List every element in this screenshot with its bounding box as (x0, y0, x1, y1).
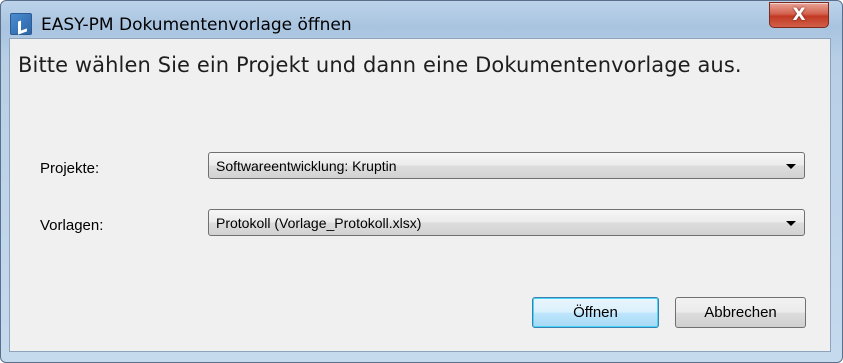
close-icon: X (792, 5, 806, 25)
templates-dropdown[interactable]: Protokoll (Vorlage_Protokoll.xlsx) (208, 209, 805, 236)
app-icon (10, 13, 32, 35)
title-bar[interactable]: EASY-PM Dokumentenvorlage öffnen X (1, 1, 842, 39)
templates-label: Vorlagen: (40, 217, 104, 234)
open-button[interactable]: Öffnen (532, 297, 659, 328)
templates-selected-value: Protokoll (Vorlage_Protokoll.xlsx) (216, 215, 422, 231)
projects-selected-value: Softwareentwicklung: Kruptin (216, 158, 397, 174)
window-title: EASY-PM Dokumentenvorlage öffnen (41, 15, 352, 35)
instruction-text: Bitte wählen Sie ein Projekt und dann ei… (18, 53, 742, 77)
projects-label: Projekte: (40, 160, 100, 177)
projects-dropdown[interactable]: Softwareentwicklung: Kruptin (208, 152, 805, 179)
cancel-button[interactable]: Abbrechen (675, 297, 806, 328)
chevron-down-icon (786, 164, 796, 169)
chevron-down-icon (786, 221, 796, 226)
close-button[interactable]: X (769, 2, 829, 28)
